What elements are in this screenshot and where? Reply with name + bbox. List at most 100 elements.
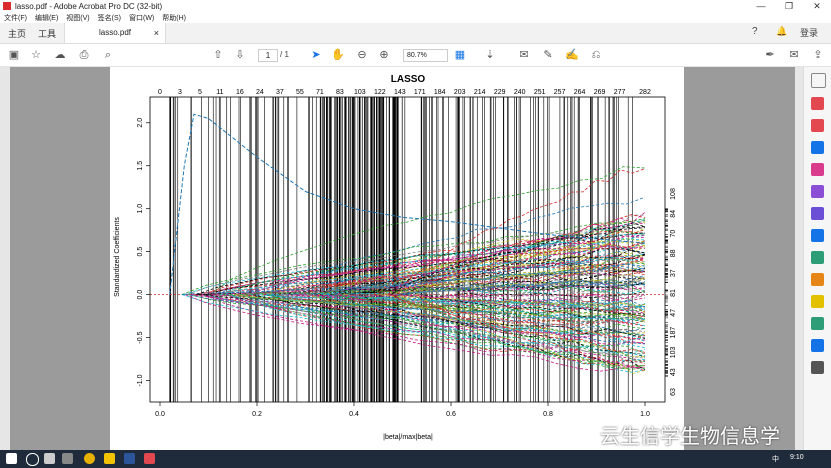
ime-indicator[interactable]: 中 — [772, 454, 779, 464]
coefficient-paths — [150, 113, 665, 374]
search-icon[interactable]: ⌕ — [100, 47, 116, 63]
chrome-icon[interactable] — [84, 453, 95, 464]
hand-tool-icon[interactable]: ✋ — [330, 47, 346, 63]
top-tick-label: 11 — [216, 89, 223, 96]
acrobat-taskbar-icon[interactable] — [144, 453, 155, 464]
zoom-in-icon[interactable]: ⊕ — [376, 47, 392, 63]
create-pdf-icon[interactable] — [811, 97, 824, 110]
top-tick-label: 103 — [354, 89, 366, 96]
save-icon[interactable]: ▣ — [6, 47, 22, 63]
zoom-select[interactable]: 80.7% — [403, 49, 448, 62]
top-tick-label: 143 — [394, 89, 406, 96]
folder-icon[interactable] — [104, 453, 115, 464]
sign-icon[interactable]: ✍ — [564, 47, 580, 63]
right-path-label: 84 — [670, 210, 677, 218]
prev-page-icon[interactable]: ⇧ — [210, 47, 226, 63]
menu-edit[interactable]: 编辑(E) — [35, 13, 58, 23]
clock: 9:10 — [790, 454, 804, 461]
taskbar: 中 9:10 — [0, 450, 831, 468]
y-tick-label: 0.5 — [137, 247, 144, 257]
top-tick-label: 229 — [494, 89, 506, 96]
menu-window[interactable]: 窗口(W) — [129, 13, 154, 23]
compare-files-icon[interactable] — [811, 251, 824, 264]
x-tick-label: 0.4 — [349, 411, 359, 418]
comment-icon[interactable]: ✉ — [516, 47, 532, 63]
highlight-pen-icon[interactable]: ✎ — [540, 47, 556, 63]
top-tick-label: 37 — [276, 89, 284, 96]
top-tick-label: 282 — [639, 89, 651, 96]
y-axis-label: Standardized Coefficients — [114, 217, 121, 297]
zoom-panel-icon[interactable] — [811, 73, 826, 88]
email-icon[interactable]: ✉ — [786, 47, 802, 63]
help-icon[interactable]: ? — [752, 26, 758, 37]
y-tick-label: -0.5 — [137, 331, 144, 343]
protect-icon[interactable] — [811, 273, 824, 286]
fill-sign-icon[interactable]: ✒ — [762, 47, 778, 63]
close-window-button[interactable]: ✕ — [803, 0, 831, 12]
stamp-icon[interactable]: ⎌ — [588, 47, 604, 63]
x-tick-label: 0.6 — [446, 411, 456, 418]
organize-pages-icon[interactable] — [811, 163, 824, 176]
task-view-icon[interactable] — [44, 453, 55, 464]
menu-view[interactable]: 视图(V) — [66, 13, 89, 23]
menu-sign[interactable]: 签名(S) — [98, 13, 121, 23]
tab-document[interactable]: lasso.pdf × — [64, 23, 166, 43]
login-button[interactable]: 登录 — [800, 26, 818, 39]
top-tick-label: 122 — [374, 89, 386, 96]
document-viewport[interactable]: LASSO |beta|/max|beta| Standardized Coef… — [0, 67, 803, 450]
right-path-label: 37 — [670, 269, 677, 277]
y-tick-label: 1.0 — [137, 204, 144, 214]
shield-icon[interactable] — [811, 339, 824, 352]
right-panel-toggle[interactable] — [795, 67, 803, 450]
y-tick-label: 2.0 — [137, 118, 144, 128]
bookmark-star-icon[interactable]: ☆ — [28, 47, 44, 63]
top-tick-label: 83 — [336, 89, 344, 96]
top-tick-label: 203 — [454, 89, 466, 96]
next-page-icon[interactable]: ⇩ — [232, 47, 248, 63]
more-tools-icon[interactable] — [811, 361, 824, 374]
taskview-app-icon[interactable] — [62, 453, 73, 464]
top-tick-label: 16 — [236, 89, 244, 96]
page-number-input[interactable]: 1 — [258, 49, 278, 62]
right-path-label: 63 — [670, 388, 677, 396]
fit-page-icon[interactable]: ▦ — [452, 47, 468, 63]
acrobat-icon — [3, 2, 11, 10]
edit-pdf-icon[interactable] — [811, 141, 824, 154]
right-path-label: 108 — [670, 188, 677, 200]
restore-button[interactable]: ❐ — [775, 0, 803, 12]
tab-document-label: lasso.pdf — [98, 28, 132, 37]
print-icon[interactable]: ⎙ — [76, 47, 92, 63]
y-tick-label: 0.0 — [137, 290, 144, 300]
bell-icon[interactable]: 🔔 — [776, 26, 787, 37]
y-tick-label: -1.0 — [137, 374, 144, 386]
x-tick-label: 0.8 — [543, 411, 553, 418]
tab-tools[interactable]: 工具 — [38, 27, 56, 40]
top-tick-label: 277 — [614, 89, 626, 96]
menu-help[interactable]: 帮助(H) — [162, 13, 186, 23]
menu-file[interactable]: 文件(F) — [4, 13, 27, 23]
zoom-out-icon[interactable]: ⊖ — [354, 47, 370, 63]
left-panel-toggle[interactable] — [0, 67, 10, 450]
fill-sign-panel-icon[interactable] — [811, 207, 824, 220]
comment-panel-icon[interactable] — [811, 185, 824, 198]
top-tick-label: 171 — [414, 89, 426, 96]
word-icon[interactable] — [124, 453, 135, 464]
comment-yellow-icon[interactable] — [811, 295, 824, 308]
select-cursor-icon[interactable]: ➤ — [308, 47, 324, 63]
enhance-scan-icon[interactable] — [811, 229, 824, 242]
chart-title: LASSO — [391, 74, 426, 85]
close-tab-icon[interactable]: × — [154, 23, 159, 43]
axes: 0.0 0.2 0.4 0.6 0.8 1.0 2.0 1.5 1.0 0.5 0.0 -0.5 -1.… — [137, 89, 677, 418]
minimize-button[interactable]: — — [747, 0, 775, 12]
search-taskbar-icon[interactable] — [26, 453, 39, 466]
top-tick-label: 269 — [594, 89, 606, 96]
share-icon[interactable]: ⇪ — [810, 47, 826, 63]
cloud-upload-icon[interactable]: ☁ — [52, 47, 68, 63]
top-tick-label: 3 — [178, 89, 182, 96]
export-pdf-icon[interactable] — [811, 119, 824, 132]
right-path-label: 43 — [670, 368, 677, 376]
tab-home[interactable]: 主页 — [8, 27, 26, 40]
windows-start-icon[interactable] — [6, 453, 17, 464]
print-production-icon[interactable] — [811, 317, 824, 330]
scroll-mode-icon[interactable]: ⇣ — [482, 47, 498, 63]
